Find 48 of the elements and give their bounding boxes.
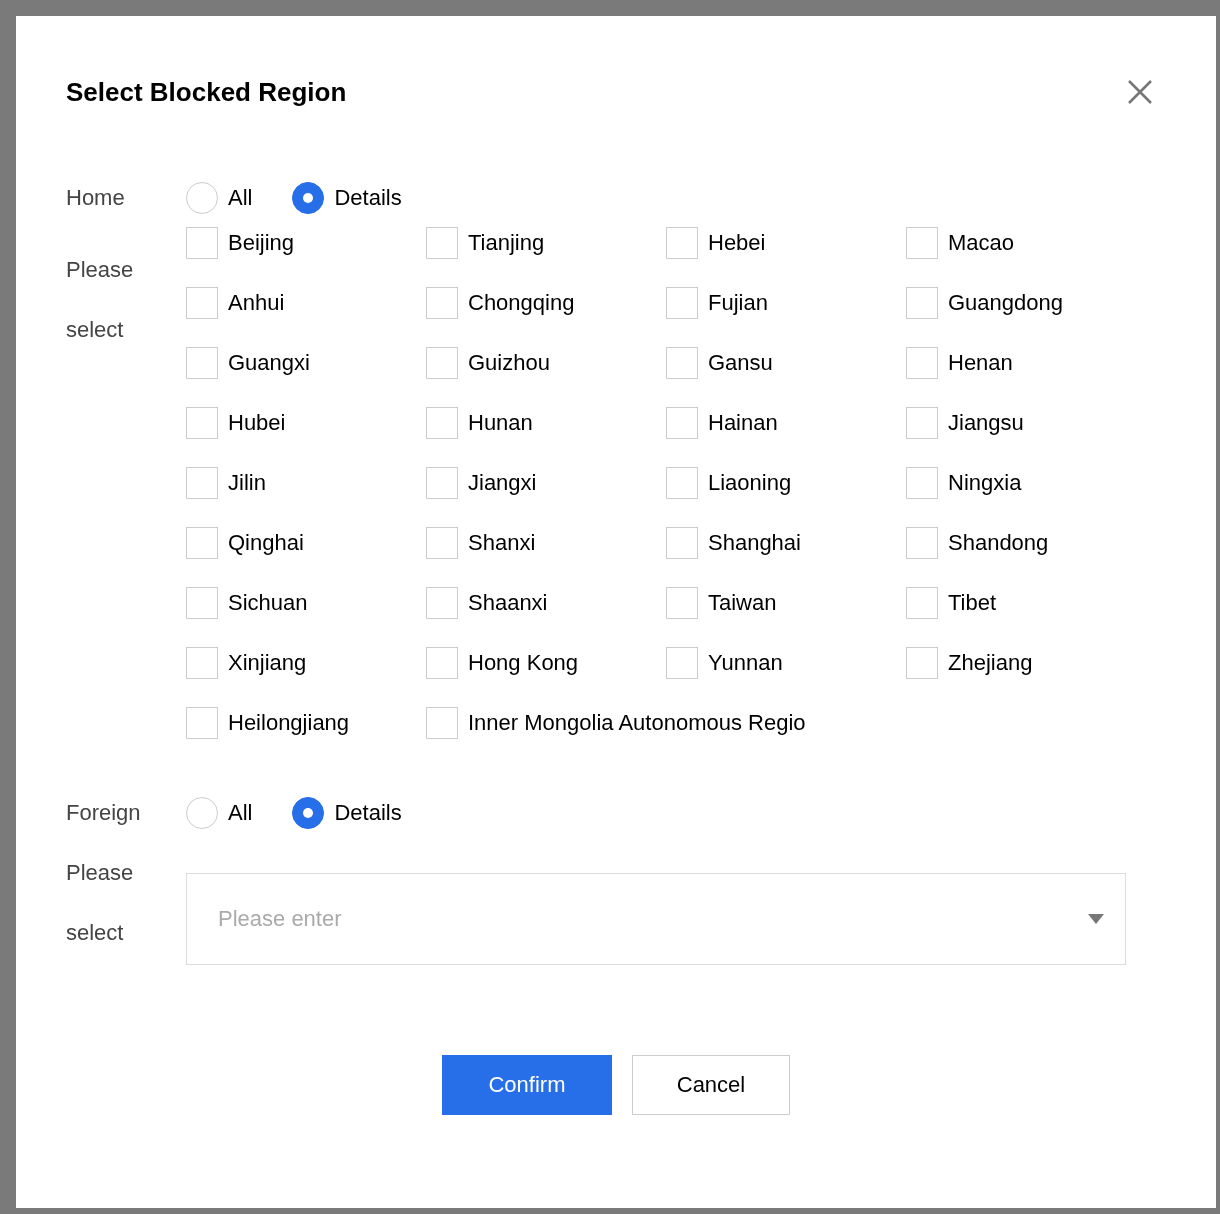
region-checkbox[interactable]: Qinghai: [186, 527, 304, 559]
region-checkbox[interactable]: Beijing: [186, 227, 295, 259]
region-checkbox[interactable]: Gansu: [666, 347, 773, 379]
region-checkbox[interactable]: Anhui: [186, 287, 285, 319]
radio-option[interactable]: All: [186, 797, 253, 829]
close-icon[interactable]: [1126, 78, 1154, 106]
region-checkbox[interactable]: Hebei: [666, 227, 766, 259]
radio-option[interactable]: Details: [292, 182, 402, 214]
region-checkbox[interactable]: Hainan: [666, 407, 778, 439]
caret-icon: [1088, 914, 1104, 924]
section-label: Home: [66, 184, 126, 212]
region-checkbox[interactable]: Guangdong: [906, 287, 1063, 319]
prompt-label: Please select: [66, 256, 135, 344]
region-checkbox[interactable]: Inner Mongolia Autonomous Regio: [426, 707, 806, 739]
region-checkbox[interactable]: Guizhou: [426, 347, 550, 379]
region-checkbox[interactable]: Hunan: [426, 407, 533, 439]
region-checkbox[interactable]: Jiangxi: [426, 467, 537, 499]
region-checkbox[interactable]: Ningxia: [906, 467, 1022, 499]
region-checkbox[interactable]: Shanxi: [426, 527, 536, 559]
cancel-button[interactable]: Cancel: [632, 1055, 790, 1115]
region-checkbox[interactable]: Jiangsu: [906, 407, 1024, 439]
dialog-title: Select Blocked Region: [66, 76, 347, 108]
region-checkbox[interactable]: Shandong: [906, 527, 1049, 559]
region-checkbox[interactable]: Macao: [906, 227, 1015, 259]
radio-option[interactable]: All: [186, 182, 253, 214]
region-checkbox[interactable]: Jilin: [186, 467, 266, 499]
region-checkbox[interactable]: Zhejiang: [906, 647, 1033, 679]
radio-option[interactable]: Details: [292, 797, 402, 829]
region-checkbox[interactable]: Heilongjiang: [186, 707, 350, 739]
region-checkbox[interactable]: Sichuan: [186, 587, 308, 619]
section-label: Foreign: [66, 799, 142, 827]
region-checkbox[interactable]: Xinjiang: [186, 647, 307, 679]
region-checkbox[interactable]: Chongqing: [426, 287, 575, 319]
region-checkbox[interactable]: Taiwan: [666, 587, 777, 619]
prompt-label: Please select: [66, 859, 135, 947]
confirm-button[interactable]: Confirm: [442, 1055, 612, 1115]
region-checkbox[interactable]: Shaanxi: [426, 587, 548, 619]
region-checkbox[interactable]: Hubei: [186, 407, 286, 439]
region-checkbox[interactable]: Henan: [906, 347, 1013, 379]
region-checkbox[interactable]: Tibet: [906, 587, 997, 619]
region-checkbox[interactable]: Guangxi: [186, 347, 310, 379]
country-select[interactable]: Please enter: [186, 873, 1126, 965]
region-checkbox[interactable]: Liaoning: [666, 467, 792, 499]
region-checkbox[interactable]: Yunnan: [666, 647, 783, 679]
region-checkbox[interactable]: Tianjing: [426, 227, 545, 259]
region-checkbox[interactable]: Fujian: [666, 287, 768, 319]
region-checkbox[interactable]: Hong Kong: [426, 647, 579, 679]
region-checkbox[interactable]: Shanghai: [666, 527, 801, 559]
